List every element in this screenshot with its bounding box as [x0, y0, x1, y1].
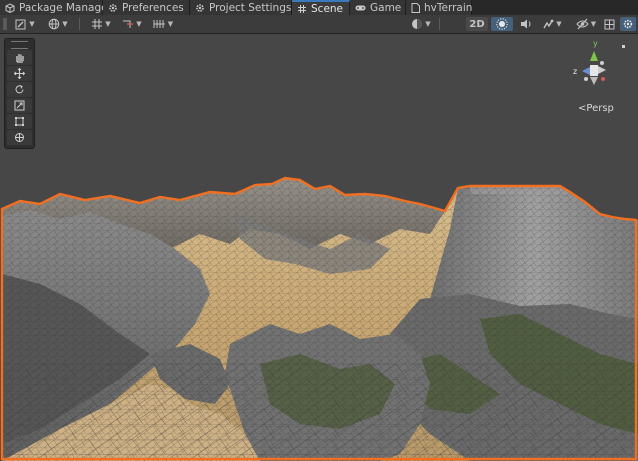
tab-label: Game	[370, 1, 402, 14]
hand-tool-button[interactable]	[7, 50, 32, 65]
scene-toolbar: ▼ ▼ ▼ ▼ ▼ ▼ 2D ▼ ▼	[0, 15, 638, 34]
visibility-dropdown[interactable]: ▼	[572, 17, 600, 31]
scene-viewport[interactable]: y z <Persp	[0, 34, 638, 461]
scale-tool-button[interactable]	[7, 98, 32, 113]
hand-icon	[14, 52, 25, 63]
axis-z-label: z	[573, 67, 577, 76]
shading-mode-dropdown[interactable]: ▼	[407, 17, 435, 31]
rect-tool-button[interactable]	[7, 114, 32, 129]
projection-toggle[interactable]: <Persp	[578, 103, 614, 114]
tab-preferences[interactable]: Preferences	[103, 0, 190, 15]
transform-icon	[14, 132, 25, 143]
tools-grip[interactable]	[11, 41, 28, 49]
axis-y-label: y	[593, 39, 598, 48]
draw-mode-icon	[15, 19, 27, 30]
increment-snap-icon	[153, 18, 166, 30]
axis-x-cone	[598, 66, 606, 74]
projection-label: Persp	[586, 103, 614, 114]
orientation-gizmo[interactable]: y z	[562, 37, 620, 99]
toolbar-separator	[439, 18, 440, 30]
terrain-scene	[0, 34, 638, 461]
lighting-toggle[interactable]	[491, 17, 513, 31]
camera-settings-button[interactable]	[620, 17, 636, 31]
shading-sphere-icon	[411, 18, 423, 30]
move-tool-button[interactable]	[7, 66, 32, 81]
globe-icon	[48, 18, 60, 30]
gizmo-icon	[604, 19, 615, 30]
tab-label: Project Settings	[209, 1, 292, 14]
audio-toggle[interactable]	[518, 17, 534, 31]
gizmo-menu-icon[interactable]	[622, 45, 625, 48]
toolbar-separator	[79, 18, 80, 30]
pivot-dropdown[interactable]: ▼	[118, 17, 146, 31]
gear-icon	[108, 2, 118, 13]
lighting-icon	[496, 18, 508, 30]
tab-label: Scene	[311, 2, 344, 15]
package-icon	[5, 2, 15, 13]
axis-y-cone	[590, 51, 598, 61]
gear-icon	[195, 2, 205, 13]
tab-label: hvTerrain	[424, 1, 473, 14]
rotate-tool-button[interactable]	[7, 82, 32, 97]
mode-2d-label: 2D	[469, 18, 485, 30]
rotate-icon	[14, 84, 25, 95]
grid-icon	[297, 3, 307, 14]
tab-project-settings[interactable]: Project Settings	[190, 0, 292, 15]
document-icon	[411, 2, 420, 13]
gamepad-icon	[355, 2, 366, 13]
tab-bar: Package Manager Preferences Project Sett…	[0, 0, 638, 15]
mode-2d-toggle[interactable]: 2D	[466, 17, 488, 31]
grid-snap-dropdown[interactable]: ▼	[87, 17, 115, 31]
pivot-icon	[122, 18, 134, 30]
toolbar-grip-icon	[2, 17, 8, 31]
audio-icon	[520, 18, 532, 30]
globe-dropdown[interactable]: ▼	[44, 17, 72, 31]
grid-snap-icon	[91, 18, 103, 30]
camera-icon	[622, 18, 634, 30]
scene-tools-panel	[4, 38, 35, 149]
tab-label: Preferences	[122, 1, 184, 14]
visibility-icon	[576, 18, 589, 30]
tab-hvterrain[interactable]: hvTerrain	[406, 0, 472, 15]
axis-z-cone	[582, 67, 590, 75]
gizmos-toggle[interactable]	[602, 17, 616, 31]
tab-label: Package Manager	[19, 1, 112, 14]
scale-icon	[14, 100, 25, 111]
increment-snap-dropdown[interactable]: ▼	[149, 17, 177, 31]
transform-tool-button[interactable]	[7, 130, 32, 145]
effects-icon	[542, 18, 554, 30]
tab-package-manager[interactable]: Package Manager	[0, 0, 112, 15]
effects-dropdown[interactable]: ▼	[538, 17, 566, 31]
move-icon	[14, 68, 25, 79]
tab-scene[interactable]: Scene	[292, 0, 350, 15]
draw-mode-dropdown[interactable]: ▼	[11, 17, 39, 31]
rect-icon	[14, 116, 25, 127]
axis-neg-y-cone	[590, 77, 598, 85]
gizmo-center-cube	[590, 65, 598, 76]
tab-game[interactable]: Game	[350, 0, 406, 15]
